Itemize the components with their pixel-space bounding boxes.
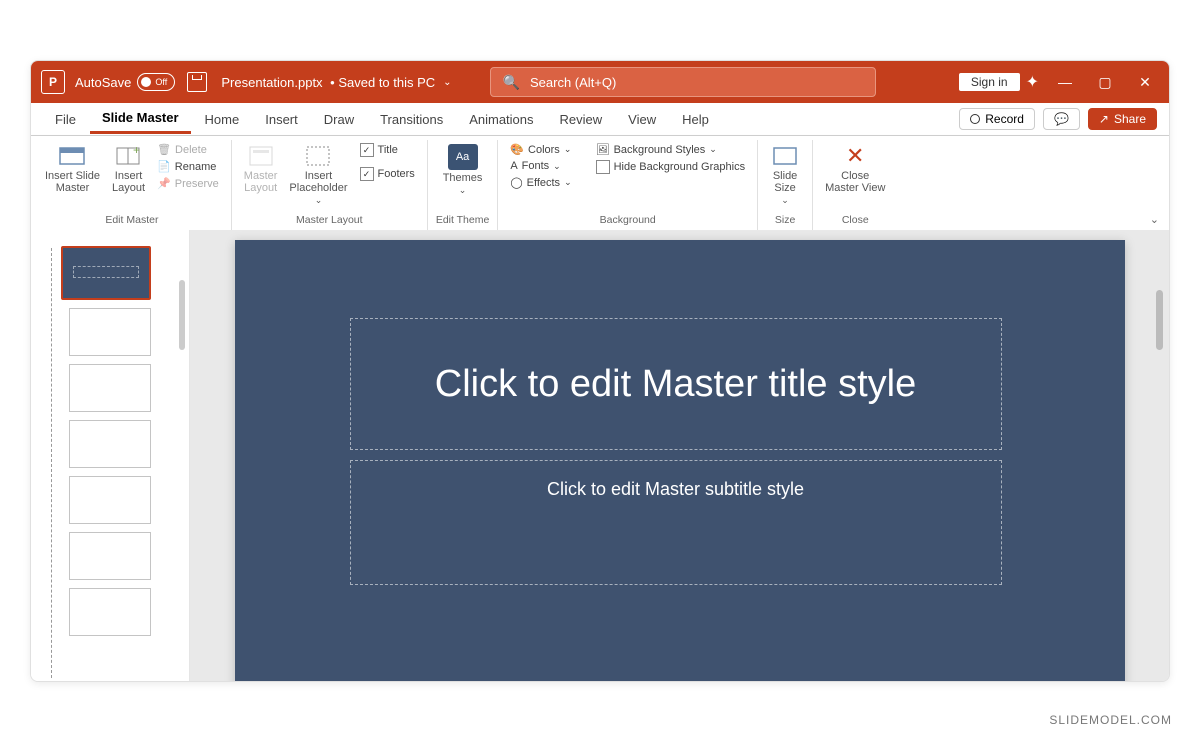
canvas-scrollbar[interactable] (1156, 290, 1163, 350)
slide-master[interactable]: Click to edit Master title style Click t… (235, 240, 1125, 682)
close-master-view-button[interactable]: ✕ Close Master View (821, 142, 889, 196)
thumbnail-panel (31, 230, 190, 682)
chevron-down-icon[interactable]: ⌄ (443, 77, 451, 88)
rename-button[interactable]: 📄Rename (153, 159, 223, 174)
insert-slide-master-icon (58, 144, 88, 168)
minimize-button[interactable]: — (1045, 65, 1085, 99)
tab-animations[interactable]: Animations (457, 106, 545, 133)
close-button[interactable]: ✕ (1125, 65, 1165, 99)
autosave-label: AutoSave (75, 75, 131, 90)
collapse-ribbon-icon[interactable]: ⌄ (1150, 213, 1159, 226)
thumbnail-layout[interactable] (69, 364, 151, 412)
ribbon-tabs: File Slide Master Home Insert Draw Trans… (31, 103, 1169, 136)
delete-button: 🗑Delete (153, 142, 223, 157)
group-close: ✕ Close Master View Close (813, 140, 897, 230)
fonts-button[interactable]: AFonts⌄ (506, 159, 575, 173)
close-icon: ✕ (843, 144, 867, 168)
checkbox-icon (360, 167, 374, 181)
app-icon: P (41, 70, 65, 94)
effects-button[interactable]: ◯Effects⌄ (506, 175, 575, 190)
titlebar: P AutoSave Off Presentation.pptx • Saved… (31, 61, 1169, 103)
record-icon (970, 114, 980, 124)
fonts-icon: A (510, 160, 517, 172)
group-edit-theme: Aa Themes ⌄ Edit Theme (428, 140, 499, 230)
footers-checkbox[interactable]: Footers (356, 166, 419, 182)
checkbox-icon (360, 143, 374, 157)
dropdown-icon: ⌄ (781, 196, 789, 206)
maximize-button[interactable]: ▢ (1085, 65, 1125, 99)
tab-view[interactable]: View (616, 106, 668, 133)
title-checkbox[interactable]: Title (356, 142, 419, 158)
thumbnail-layout[interactable] (69, 308, 151, 356)
slide-canvas-area: Click to edit Master title style Click t… (190, 230, 1169, 682)
themes-button[interactable]: Aa Themes ⌄ (439, 142, 487, 198)
thumbnail-layout[interactable] (69, 588, 151, 636)
effects-icon: ◯ (510, 176, 522, 189)
signin-button[interactable]: Sign in (959, 73, 1020, 91)
powerpoint-window: P AutoSave Off Presentation.pptx • Saved… (30, 60, 1170, 682)
thumbnail-layout[interactable] (69, 532, 151, 580)
ribbon: Insert Slide Master + Insert Layout 🗑Del… (31, 136, 1169, 230)
themes-icon: Aa (448, 144, 478, 170)
group-master-layout: Master Layout Insert Placeholder ⌄ Title… (232, 140, 428, 230)
tab-draw[interactable]: Draw (312, 106, 366, 133)
rename-icon: 📄 (157, 160, 171, 173)
master-layout-button: Master Layout (240, 142, 282, 196)
colors-icon: 🎨 (510, 143, 524, 156)
insert-placeholder-icon (303, 144, 333, 168)
save-status-separator: • (327, 75, 339, 90)
group-size: Slide Size ⌄ Size (758, 140, 813, 230)
background-styles-button[interactable]: 🖼Background Styles⌄ (592, 142, 749, 157)
hide-bg-checkbox[interactable]: Hide Background Graphics (592, 159, 749, 175)
share-button[interactable]: ↗ Share (1088, 108, 1157, 130)
thumbnail-master[interactable] (61, 246, 151, 300)
search-icon: 🔍 (503, 74, 520, 91)
tab-home[interactable]: Home (193, 106, 252, 133)
colors-button[interactable]: 🎨Colors⌄ (506, 142, 575, 157)
tab-insert[interactable]: Insert (253, 106, 310, 133)
save-icon[interactable] (187, 72, 207, 92)
editor-area: Click to edit Master title style Click t… (31, 230, 1169, 682)
thumbnail-layout[interactable] (69, 476, 151, 524)
dropdown-icon: ⌄ (459, 186, 467, 196)
tree-line (51, 248, 52, 678)
slide-size-button[interactable]: Slide Size ⌄ (766, 142, 804, 208)
insert-slide-master-button[interactable]: Insert Slide Master (41, 142, 104, 196)
autosave-toggle[interactable]: AutoSave Off (75, 73, 175, 91)
coming-soon-icon[interactable]: ✦ (1026, 72, 1039, 92)
slide-size-icon (770, 144, 800, 168)
master-layout-icon (246, 144, 276, 168)
filename: Presentation.pptx (221, 75, 322, 90)
tab-transitions[interactable]: Transitions (368, 106, 455, 133)
preserve-icon: 📌 (157, 177, 171, 190)
thumbnail-layout[interactable] (69, 420, 151, 468)
tab-help[interactable]: Help (670, 106, 721, 133)
preserve-button: 📌Preserve (153, 176, 223, 191)
watermark: SLIDEMODEL.COM (1049, 713, 1172, 727)
tab-file[interactable]: File (43, 106, 88, 133)
save-status: Saved to this PC (338, 75, 435, 90)
svg-text:+: + (133, 144, 140, 157)
insert-layout-icon: + (114, 144, 144, 168)
toggle-switch[interactable]: Off (137, 73, 175, 91)
comments-button[interactable]: 💬 (1043, 108, 1080, 130)
insert-layout-button[interactable]: + Insert Layout (108, 142, 149, 196)
share-icon: ↗ (1099, 112, 1109, 126)
tab-slide-master[interactable]: Slide Master (90, 104, 191, 134)
thumbnail-scrollbar[interactable] (179, 280, 185, 350)
record-button[interactable]: Record (959, 108, 1035, 130)
title-placeholder[interactable]: Click to edit Master title style (350, 318, 1002, 450)
group-edit-master: Insert Slide Master + Insert Layout 🗑Del… (33, 140, 232, 230)
dropdown-icon: ⌄ (315, 196, 323, 206)
search-input[interactable]: 🔍 Search (Alt+Q) (490, 67, 876, 97)
search-placeholder: Search (Alt+Q) (530, 75, 616, 90)
delete-icon: 🗑 (157, 143, 171, 156)
insert-placeholder-button[interactable]: Insert Placeholder ⌄ (285, 142, 351, 208)
bg-styles-icon: 🖼 (596, 143, 610, 156)
group-background: 🎨Colors⌄ AFonts⌄ ◯Effects⌄ 🖼Background S… (498, 140, 758, 230)
checkbox-icon (596, 160, 610, 174)
tab-review[interactable]: Review (548, 106, 615, 133)
subtitle-placeholder[interactable]: Click to edit Master subtitle style (350, 460, 1002, 585)
